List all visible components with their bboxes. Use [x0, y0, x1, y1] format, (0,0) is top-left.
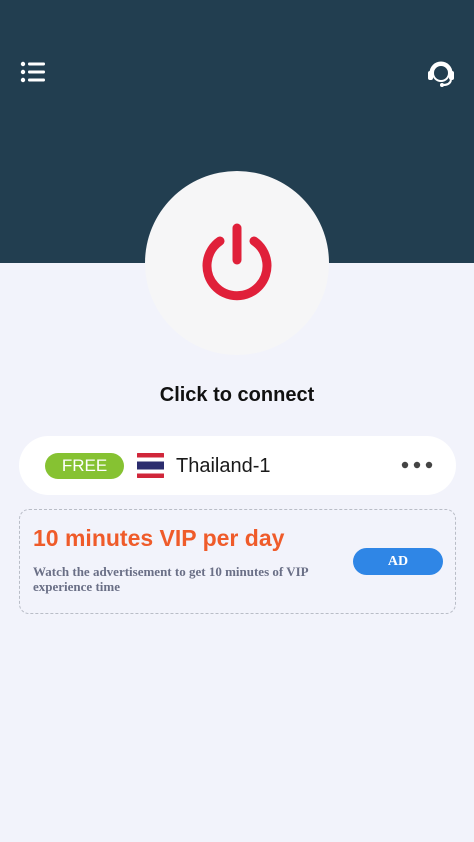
menu-list-icon [20, 61, 45, 83]
power-icon [202, 223, 272, 301]
free-badge: FREE [45, 453, 124, 479]
server-selector[interactable]: FREE Thailand-1 [19, 436, 456, 495]
vip-offer-card: 10 minutes VIP per day Watch the adverti… [19, 509, 456, 614]
thailand-flag-icon [137, 452, 164, 479]
support-button[interactable] [424, 55, 458, 89]
more-dots-icon [401, 461, 433, 469]
server-name: Thailand-1 [176, 455, 271, 477]
headset-support-icon [428, 61, 454, 87]
connect-power-button[interactable] [145, 171, 329, 355]
vip-offer-title: 10 minutes VIP per day [33, 525, 285, 551]
vip-offer-description: Watch the advertisement to get 10 minute… [33, 564, 308, 594]
more-options-button[interactable] [399, 457, 435, 473]
menu-button[interactable] [18, 58, 50, 86]
watch-ad-button[interactable]: AD [353, 548, 443, 575]
connect-status-label: Click to connect [159, 384, 315, 406]
